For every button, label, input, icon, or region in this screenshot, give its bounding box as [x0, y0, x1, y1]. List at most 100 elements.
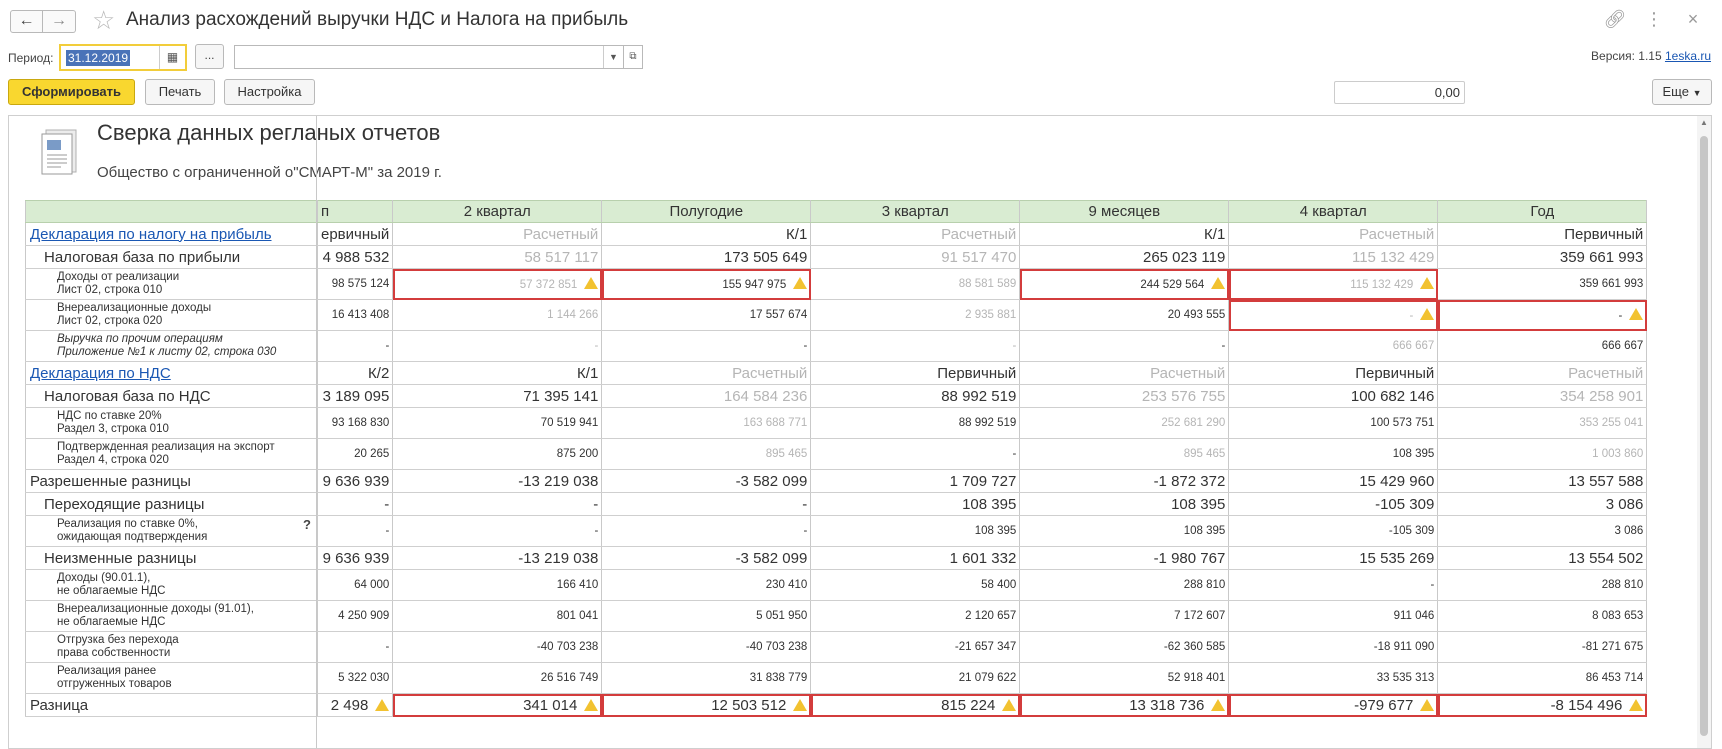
- table-cell[interactable]: Первичный: [1228, 361, 1439, 385]
- table-cell[interactable]: 1 709 727: [810, 469, 1021, 493]
- table-cell[interactable]: 93 168 830: [316, 407, 394, 439]
- table-cell[interactable]: -979 677: [1228, 693, 1439, 717]
- table-cell[interactable]: 895 465: [601, 438, 812, 470]
- table-cell[interactable]: 1 144 266: [392, 299, 603, 331]
- table-cell[interactable]: 91 517 470: [810, 245, 1021, 269]
- table-cell[interactable]: 71 395 141: [392, 384, 603, 408]
- table-cell[interactable]: 15 429 960: [1228, 469, 1439, 493]
- table-cell[interactable]: -62 360 585: [1019, 631, 1230, 663]
- table-cell[interactable]: 86 453 714: [1437, 662, 1648, 694]
- table-cell[interactable]: 4 250 909: [316, 600, 394, 632]
- table-cell[interactable]: -: [1228, 569, 1439, 601]
- table-cell[interactable]: 875 200: [392, 438, 603, 470]
- vertical-scrollbar[interactable]: ▲: [1697, 116, 1711, 748]
- period-choose-button[interactable]: ...: [195, 44, 224, 69]
- table-cell[interactable]: 341 014: [392, 693, 603, 717]
- table-cell[interactable]: 353 255 041: [1437, 407, 1648, 439]
- table-cell[interactable]: 115 132 429: [1228, 245, 1439, 269]
- table-cell[interactable]: -: [1019, 330, 1230, 362]
- table-cell[interactable]: -81 271 675: [1437, 631, 1648, 663]
- table-cell[interactable]: 230 410: [601, 569, 812, 601]
- table-cell[interactable]: 2 498: [316, 693, 394, 717]
- table-cell[interactable]: -: [1437, 299, 1648, 331]
- table-cell[interactable]: -: [810, 438, 1021, 470]
- table-cell[interactable]: 4 988 532: [316, 245, 394, 269]
- calendar-icon[interactable]: ▦: [159, 46, 185, 69]
- table-cell[interactable]: К/1: [601, 222, 812, 246]
- version-link[interactable]: 1eska.ru: [1665, 49, 1711, 63]
- row-label[interactable]: Декларация по налогу на прибыль: [25, 222, 318, 246]
- table-cell[interactable]: -13 219 038: [392, 469, 603, 493]
- table-cell[interactable]: -105 309: [1228, 492, 1439, 516]
- report-area[interactable]: Сверка данных регланых отчетов Общество …: [8, 115, 1712, 749]
- table-cell[interactable]: 359 661 993: [1437, 245, 1648, 269]
- table-cell[interactable]: 801 041: [392, 600, 603, 632]
- table-cell[interactable]: -13 219 038: [392, 546, 603, 570]
- table-cell[interactable]: 13 318 736: [1019, 693, 1230, 717]
- dropdown-arrow-icon[interactable]: ▼: [603, 46, 623, 68]
- table-cell[interactable]: 64 000: [316, 569, 394, 601]
- table-cell[interactable]: 8 083 653: [1437, 600, 1648, 632]
- table-cell[interactable]: Расчетный: [810, 222, 1021, 246]
- table-cell[interactable]: -40 703 238: [601, 631, 812, 663]
- table-cell[interactable]: -105 309: [1228, 515, 1439, 547]
- table-cell[interactable]: Расчетный: [1437, 361, 1648, 385]
- table-cell[interactable]: 12 503 512: [601, 693, 812, 717]
- table-cell[interactable]: 108 395: [810, 492, 1021, 516]
- table-cell[interactable]: 5 322 030: [316, 662, 394, 694]
- table-cell[interactable]: -: [810, 330, 1021, 362]
- table-cell[interactable]: К/1: [1019, 222, 1230, 246]
- table-cell[interactable]: Расчетный: [1019, 361, 1230, 385]
- table-cell[interactable]: 359 661 993: [1437, 268, 1648, 300]
- table-cell[interactable]: 895 465: [1019, 438, 1230, 470]
- forward-arrow-icon[interactable]: →: [43, 10, 76, 33]
- table-cell[interactable]: -21 657 347: [810, 631, 1021, 663]
- table-cell[interactable]: 288 810: [1019, 569, 1230, 601]
- period-input[interactable]: 31.12.2019 ▦: [59, 44, 187, 71]
- table-cell[interactable]: 9 636 939: [316, 546, 394, 570]
- table-cell[interactable]: -: [316, 631, 394, 663]
- table-cell[interactable]: -3 582 099: [601, 469, 812, 493]
- table-cell[interactable]: 88 992 519: [810, 407, 1021, 439]
- table-cell[interactable]: 98 575 124: [316, 268, 394, 300]
- table-cell[interactable]: 88 581 589: [810, 268, 1021, 300]
- table-cell[interactable]: 1 003 860: [1437, 438, 1648, 470]
- more-vertical-icon[interactable]: ⋮: [1637, 9, 1671, 30]
- link-icon[interactable]: 🔗︎: [1598, 9, 1632, 30]
- table-cell[interactable]: -18 911 090: [1228, 631, 1439, 663]
- table-cell[interactable]: 666 667: [1437, 330, 1648, 362]
- table-cell[interactable]: 108 395: [810, 515, 1021, 547]
- table-cell[interactable]: 20 265: [316, 438, 394, 470]
- table-cell[interactable]: -3 582 099: [601, 546, 812, 570]
- table-cell[interactable]: -: [316, 515, 394, 547]
- table-cell[interactable]: 252 681 290: [1019, 407, 1230, 439]
- table-cell[interactable]: 9 636 939: [316, 469, 394, 493]
- table-cell[interactable]: К/2: [316, 361, 394, 385]
- table-cell[interactable]: 2 935 881: [810, 299, 1021, 331]
- table-cell[interactable]: Расчетный: [1228, 222, 1439, 246]
- table-cell[interactable]: 244 529 564: [1019, 268, 1230, 300]
- table-cell[interactable]: 155 947 975: [601, 268, 812, 300]
- table-cell[interactable]: 21 079 622: [810, 662, 1021, 694]
- table-cell[interactable]: -: [1228, 299, 1439, 331]
- favorite-star-icon[interactable]: ☆: [92, 6, 115, 34]
- table-cell[interactable]: 20 493 555: [1019, 299, 1230, 331]
- table-cell[interactable]: 265 023 119: [1019, 245, 1230, 269]
- table-cell[interactable]: -: [316, 330, 394, 362]
- table-cell[interactable]: 58 400: [810, 569, 1021, 601]
- table-cell[interactable]: -: [601, 515, 812, 547]
- table-cell[interactable]: 16 413 408: [316, 299, 394, 331]
- table-cell[interactable]: Расчетный: [392, 222, 603, 246]
- table-cell[interactable]: 15 535 269: [1228, 546, 1439, 570]
- help-question-icon[interactable]: ?: [303, 518, 311, 531]
- settings-button[interactable]: Настройка: [224, 79, 315, 105]
- table-cell[interactable]: 7 172 607: [1019, 600, 1230, 632]
- table-cell[interactable]: -: [601, 330, 812, 362]
- open-organization-icon[interactable]: ⧉: [624, 45, 643, 69]
- table-cell[interactable]: 3 189 095: [316, 384, 394, 408]
- table-cell[interactable]: 1 601 332: [810, 546, 1021, 570]
- table-cell[interactable]: 354 258 901: [1437, 384, 1648, 408]
- table-cell[interactable]: 164 584 236: [601, 384, 812, 408]
- table-cell[interactable]: -: [392, 515, 603, 547]
- table-cell[interactable]: -1 980 767: [1019, 546, 1230, 570]
